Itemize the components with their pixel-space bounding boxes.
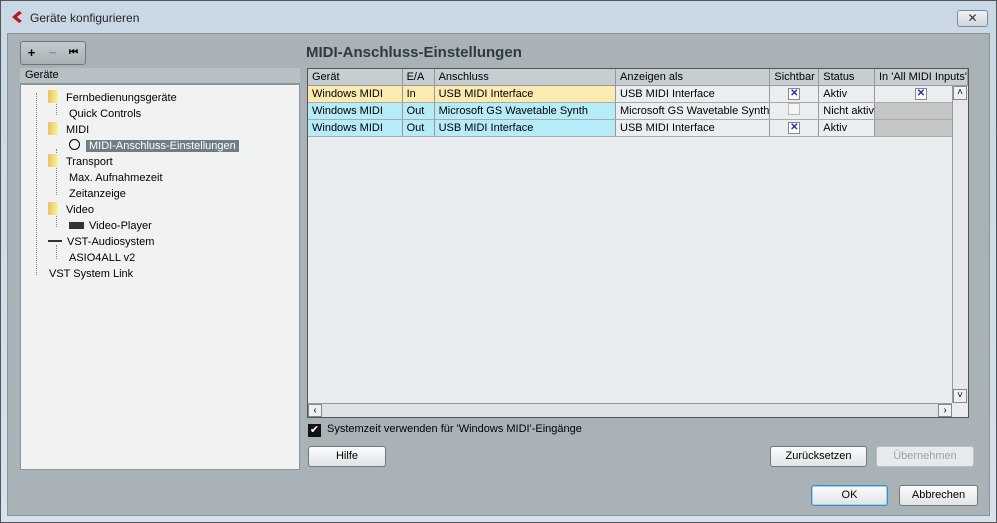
tree-item-midi[interactable]: MIDI	[48, 122, 89, 138]
folder-icon	[48, 154, 58, 167]
cubase-logo-icon	[12, 11, 22, 23]
tree-item-asio4all[interactable]: ASIO4ALL v2	[69, 250, 135, 266]
all-midi-checkbox[interactable]: ✕	[915, 88, 927, 100]
midi-ports-table: Gerät E/A Anschluss Anzeigen als Sichtba…	[307, 68, 969, 418]
tree-item-fernbedienung[interactable]: Fernbedienungsgeräte	[48, 90, 177, 106]
col-anschluss[interactable]: Anschluss	[434, 69, 617, 86]
folder-icon	[48, 122, 58, 135]
tree-item-transport[interactable]: Transport	[48, 154, 113, 170]
scroll-down-icon[interactable]: ˅	[953, 389, 967, 403]
tree-item-zeitanzeige[interactable]: Zeitanzeige	[69, 186, 126, 202]
cancel-button[interactable]: Abbrechen	[899, 485, 978, 506]
col-anzeigen-als[interactable]: Anzeigen als	[615, 69, 771, 86]
apply-button[interactable]: Übernehmen	[876, 446, 974, 467]
systemtime-label: Systemzeit verwenden für 'Windows MIDI'-…	[327, 423, 582, 435]
horizontal-scrollbar[interactable]: ‹ ›	[308, 403, 952, 417]
reset-device-button[interactable]: ⏮	[63, 42, 84, 64]
tree-item-video[interactable]: Video	[48, 202, 94, 218]
tree-header: Geräte	[20, 68, 300, 84]
close-button[interactable]: ✕	[957, 10, 988, 27]
tree-toolbar: + − ⏮	[20, 41, 86, 65]
scroll-up-icon[interactable]: ˄	[953, 86, 967, 100]
help-button[interactable]: Hilfe	[308, 446, 386, 467]
table-row[interactable]: Windows MIDI Out USB MIDI Interface USB …	[308, 119, 968, 137]
col-sichtbar[interactable]: Sichtbar	[769, 69, 820, 86]
add-device-button[interactable]: +	[21, 42, 42, 64]
window-title: Geräte konfigurieren	[30, 11, 140, 25]
folder-icon	[48, 202, 58, 215]
video-icon	[69, 222, 84, 229]
audio-icon	[48, 240, 62, 242]
scroll-right-icon[interactable]: ›	[938, 404, 952, 417]
col-ea[interactable]: E/A	[402, 69, 435, 86]
col-status[interactable]: Status	[818, 69, 875, 86]
reset-button[interactable]: Zurücksetzen	[770, 446, 867, 467]
col-all-midi[interactable]: In 'All MIDI Inputs'	[874, 69, 968, 86]
visible-checkbox[interactable]: ✕	[788, 122, 801, 134]
systemtime-checkbox[interactable]: ✔	[308, 424, 321, 437]
visible-checkbox[interactable]: ✕	[788, 88, 801, 100]
panel-title: MIDI-Anschluss-Einstellungen	[306, 44, 522, 61]
remove-device-button[interactable]: −	[42, 42, 63, 64]
ok-button[interactable]: OK	[811, 485, 888, 506]
tree-item-quick-controls[interactable]: Quick Controls	[69, 106, 141, 122]
tree-item-midi-anschluss[interactable]: MIDI-Anschluss-Einstellungen	[69, 138, 239, 154]
visible-checkbox[interactable]	[788, 103, 801, 115]
tree-item-max-aufnahmezeit[interactable]: Max. Aufnahmezeit	[69, 170, 163, 186]
tree-items: Fernbedienungsgeräte Quick Controls MIDI…	[20, 84, 300, 470]
folder-icon	[48, 90, 58, 103]
vertical-scrollbar[interactable]: ˄ ˅	[952, 86, 968, 403]
col-geraet[interactable]: Gerät	[308, 69, 403, 86]
table-header: Gerät E/A Anschluss Anzeigen als Sichtba…	[308, 69, 968, 86]
scroll-left-icon[interactable]: ‹	[308, 404, 322, 417]
midi-port-icon	[69, 139, 80, 150]
table-row[interactable]: Windows MIDI In USB MIDI Interface USB M…	[308, 85, 968, 103]
tree-item-vst-audiosystem[interactable]: VST-Audiosystem	[48, 234, 154, 250]
tree-item-vst-system-link[interactable]: VST System Link	[49, 266, 133, 282]
tree-item-video-player[interactable]: Video-Player	[69, 218, 152, 234]
table-row[interactable]: Windows MIDI Out Microsoft GS Wavetable …	[308, 102, 968, 120]
